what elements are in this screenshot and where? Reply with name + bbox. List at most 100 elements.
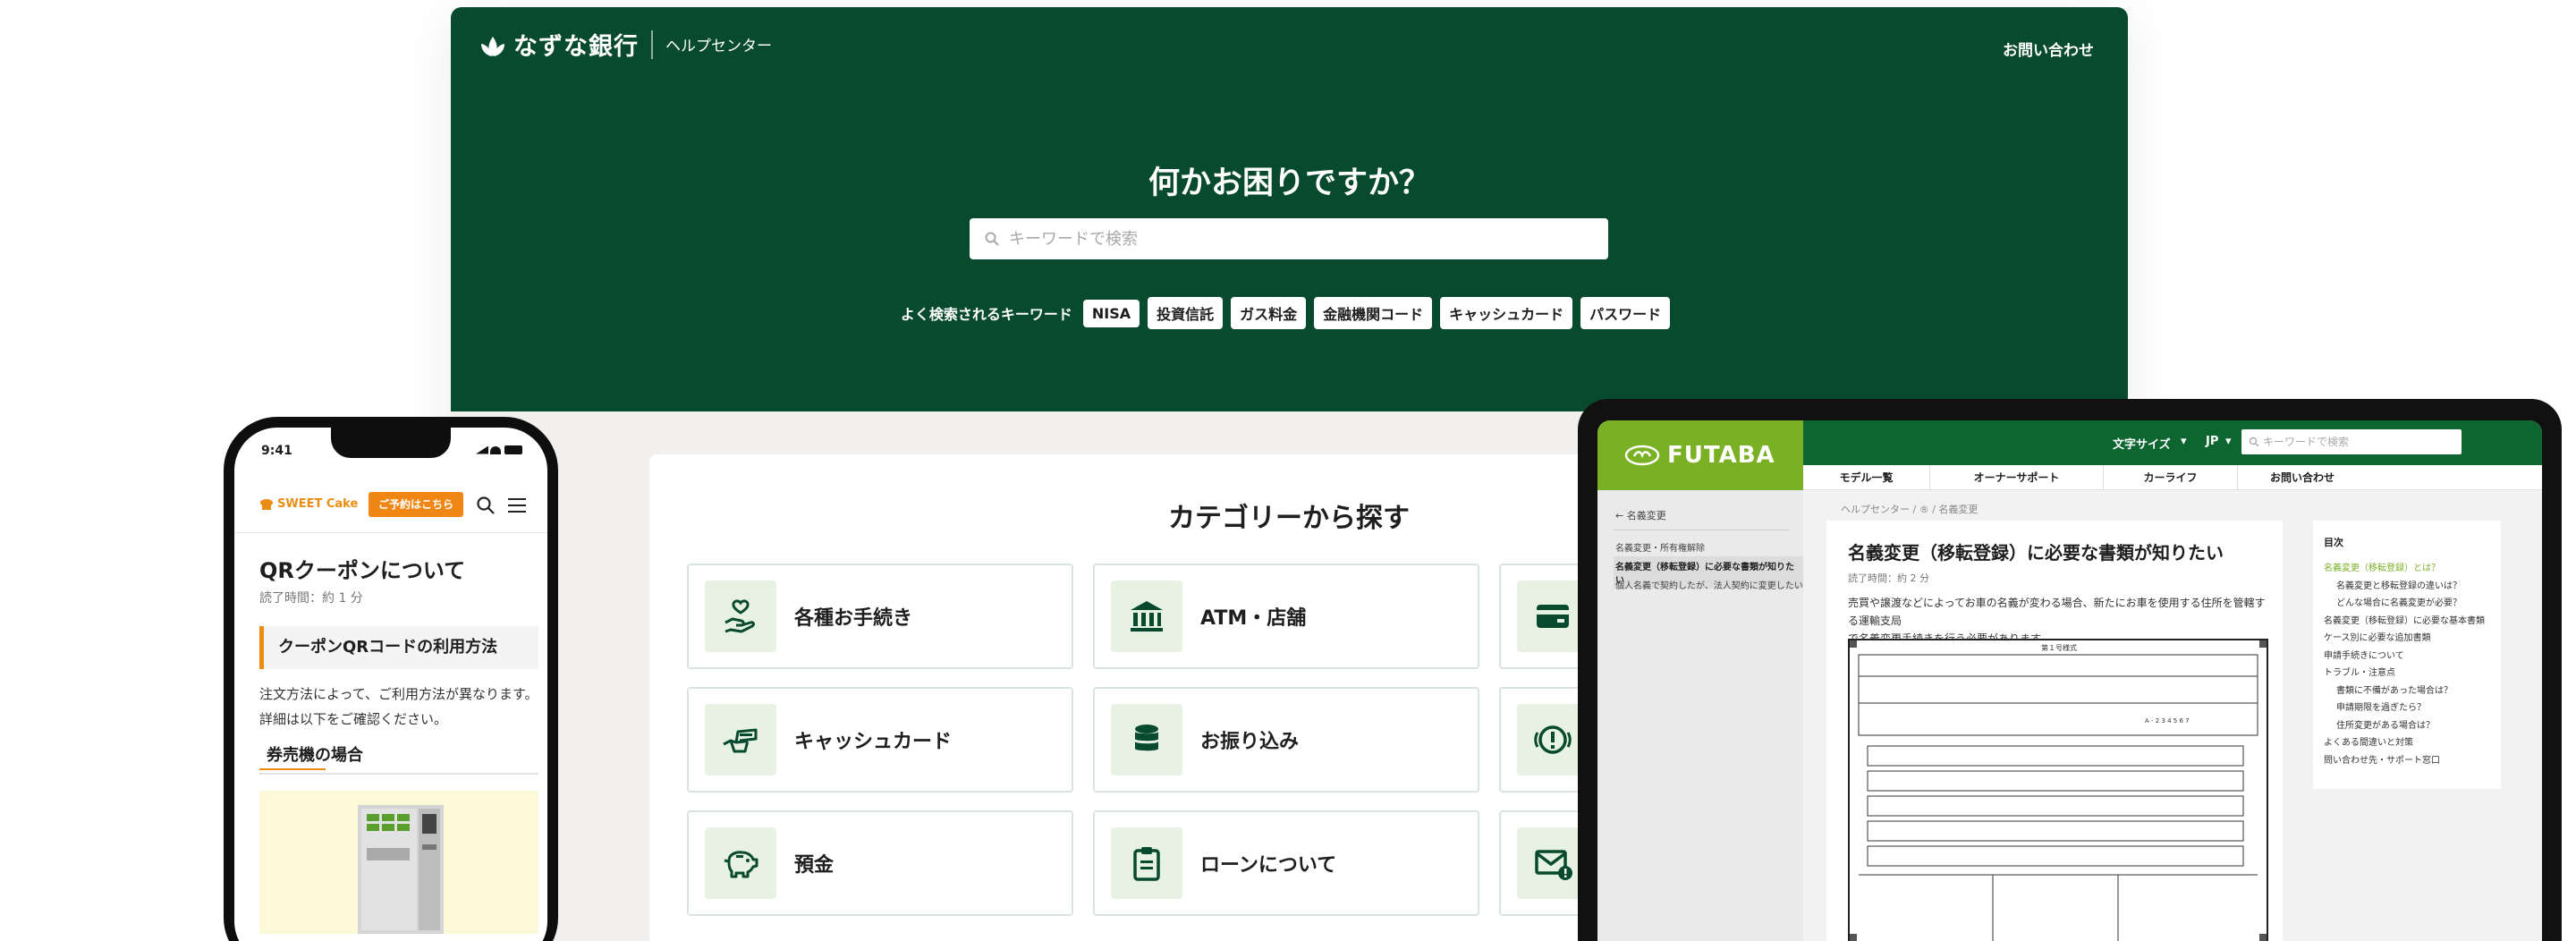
search-icon	[985, 232, 999, 246]
category-label: 各種お手続き	[794, 607, 913, 630]
keyword-tag[interactable]: NISA	[1082, 299, 1140, 327]
read-time: 読了時間：約 2 分	[1848, 572, 1929, 584]
futaba-logo[interactable]: FUTABA	[1597, 420, 1803, 490]
wifi-icon	[490, 445, 501, 454]
search-icon[interactable]	[476, 496, 496, 515]
status-icons	[474, 445, 522, 454]
toc-item[interactable]: 名義変更と移転登録の違いは？	[2336, 578, 2462, 591]
toc-item[interactable]: 申請手続きについて	[2324, 648, 2404, 661]
phone-screen: 9:41 SWEET Cake ご予約はこちら QRクーポンについて 読了時間：…	[234, 428, 547, 941]
keyword-tag[interactable]: 投資信託	[1148, 297, 1224, 329]
help-center-label: ヘルプセンター	[665, 38, 772, 55]
section-body: 注文方法によって、ご利用方法が異なります。 詳細は以下をご確認ください。	[259, 682, 546, 732]
nav-contact[interactable]: お問い合わせ	[2238, 465, 2367, 490]
phone-header: SWEET Cake ご予約はこちら	[234, 478, 547, 533]
keyword-tag[interactable]: キャッシュカード	[1440, 297, 1573, 329]
bank-name: なずな銀行	[513, 33, 639, 61]
toc-item[interactable]: 名義変更（移転登録）とは？	[2324, 560, 2440, 573]
status-time: 9:41	[261, 444, 292, 458]
toc-item[interactable]: よくある間違いと対策	[2324, 734, 2413, 748]
hero-title: 何かお困りですか？	[1148, 165, 1430, 201]
piggy-bank-icon	[705, 827, 776, 899]
category-cash-card[interactable]: キャッシュカード	[687, 687, 1073, 793]
arrow-left-icon: ←	[1615, 510, 1627, 521]
toc-item[interactable]: 名義変更（移転登録）に必要な基本書類	[2324, 613, 2485, 626]
sidebar-back-link[interactable]: ← 名義変更	[1615, 508, 1666, 522]
breadcrumb: ヘルプセンター / ® / 名義変更	[1841, 504, 1979, 515]
toc-item[interactable]: 書類に不備があった場合は？	[2336, 682, 2453, 696]
keyword-tag[interactable]: 金融機関コード	[1314, 297, 1433, 329]
toc-item[interactable]: ケース別に必要な追加書類	[2324, 630, 2431, 643]
font-size-selector[interactable]: 文字サイズ	[2113, 435, 2171, 452]
bank-icon	[1111, 581, 1182, 652]
hand-heart-icon	[705, 581, 776, 652]
category-atm-branch[interactable]: ATM・店舗	[1093, 564, 1479, 669]
toc-item[interactable]: 問い合わせ先・サポート窓口	[2324, 752, 2440, 766]
form-title: 第１号様式	[2041, 643, 2077, 652]
tablet-search-placeholder: キーワードで検索	[2263, 436, 2350, 448]
chevron-down-icon: ▾	[2181, 435, 2187, 448]
leaf-logo-icon	[481, 36, 504, 56]
tablet-article: 名義変更（移転登録）に必要な書類が知りたい 読了時間：約 2 分 売買や譲渡など…	[1826, 521, 2283, 941]
keyword-tag[interactable]: ガス料金	[1231, 297, 1307, 329]
read-time: 読了時間：約 1 分	[259, 591, 363, 606]
subheading-accent	[259, 768, 326, 770]
toc-item[interactable]: どんな場合に名義変更が必要？	[2336, 595, 2462, 608]
article-title: QRクーポンについて	[259, 558, 466, 583]
battery-icon	[504, 445, 522, 454]
sidebar-item[interactable]: 名義変更・所有権解除	[1615, 540, 1705, 554]
tablet-top-bar: 文字サイズ ▾ JP ▾ キーワードで検索	[1803, 420, 2542, 465]
registration-form-drawing: 第１号様式 A - 2 3 4 5 6 7	[1850, 640, 2267, 941]
body-line: 詳細は以下をご確認ください。	[259, 711, 448, 727]
nav-owner-support[interactable]: オーナーサポート	[1930, 465, 2104, 490]
cake-logo-icon	[260, 498, 273, 510]
contact-link[interactable]: お問い合わせ	[2003, 38, 2094, 60]
nav-car-life[interactable]: カーライフ	[2104, 465, 2238, 490]
category-procedures[interactable]: 各種お手続き	[687, 564, 1073, 669]
clipboard-icon	[1111, 827, 1182, 899]
nav-models[interactable]: モデル一覧	[1803, 465, 1930, 490]
tablet-mockup: FUTABA 文字サイズ ▾ JP ▾ キーワードで検索 モデル一覧 オーナーサ…	[1578, 399, 2562, 941]
category-deposit[interactable]: 預金	[687, 810, 1073, 916]
body-line: 注文方法によって、ご利用方法が異なります。	[259, 686, 538, 702]
category-label: ATM・店舗	[1200, 607, 1307, 630]
toc-item[interactable]: トラブル・注意点	[2324, 665, 2395, 678]
sweet-cake-name: SWEET Cake	[277, 497, 359, 511]
tablet-search-input[interactable]: キーワードで検索	[2241, 429, 2462, 454]
toc-item[interactable]: 申請期限を過ぎたら？	[2336, 699, 2426, 713]
category-loan[interactable]: ローンについて	[1093, 810, 1479, 916]
category-label: ローンについて	[1200, 854, 1337, 877]
language-selector[interactable]: JP	[2206, 435, 2218, 448]
card-insert-icon	[705, 704, 776, 776]
chevron-down-icon: ▾	[2225, 435, 2232, 448]
category-label: キャッシュカード	[794, 731, 953, 753]
hero-section: なずな銀行 ヘルプセンター お問い合わせ 何かお困りですか？ よく検索されるキー…	[451, 7, 2128, 411]
popular-keywords-label: よく検索されるキーワード	[900, 306, 1072, 323]
bank-logo[interactable]: なずな銀行 ヘルプセンター	[479, 27, 772, 62]
registration-form-image: 第１号様式 A - 2 3 4 5 6 7	[1848, 639, 2268, 941]
search-icon	[2249, 437, 2259, 447]
section-heading: クーポンQRコードの利用方法	[259, 626, 538, 669]
tablet-nav: モデル一覧 オーナーサポート カーライフ お問い合わせ	[1803, 465, 2542, 490]
sidebar-item[interactable]: 個人名義で契約したが、法人契約に変更したい	[1615, 578, 1803, 591]
coins-icon	[1111, 704, 1182, 776]
signal-icon	[476, 445, 488, 454]
search-box[interactable]	[970, 218, 1608, 259]
sweet-cake-logo[interactable]: SWEET Cake	[259, 497, 358, 511]
category-transfer[interactable]: お振り込み	[1093, 687, 1479, 793]
ticket-machine-illustration	[259, 791, 538, 934]
search-input[interactable]	[1009, 229, 1546, 249]
table-of-contents: 目次 名義変更（移転登録）とは？ 名義変更と移転登録の違いは？ どんな場合に名義変更…	[2313, 521, 2501, 789]
keyword-tag[interactable]: パスワード	[1580, 297, 1671, 329]
hamburger-menu-icon[interactable]	[508, 498, 526, 513]
reserve-button[interactable]: ご予約はこちら	[369, 492, 463, 517]
ticket-machine-icon	[358, 805, 444, 934]
toc-item[interactable]: 住所変更がある場合は？	[2336, 717, 2435, 731]
phone-mockup: 9:41 SWEET Cake ご予約はこちら QRクーポンについて 読了時間：…	[224, 417, 558, 941]
description-line: 売買や譲渡などによってお車の名義が変わる場合、新たにお車を使用する住所を管轄する…	[1848, 597, 2266, 627]
popular-keywords: よく検索されるキーワード NISA 投資信託 ガス料金 金融機関コード キャッシ…	[451, 297, 2128, 329]
article-title: 名義変更（移転登録）に必要な書類が知りたい	[1848, 542, 2224, 564]
sidebar-back-label: 名義変更	[1626, 510, 1666, 521]
futaba-logo-icon	[1624, 445, 1660, 466]
form-stamp: A - 2 3 4 5 6 7	[2145, 717, 2190, 725]
